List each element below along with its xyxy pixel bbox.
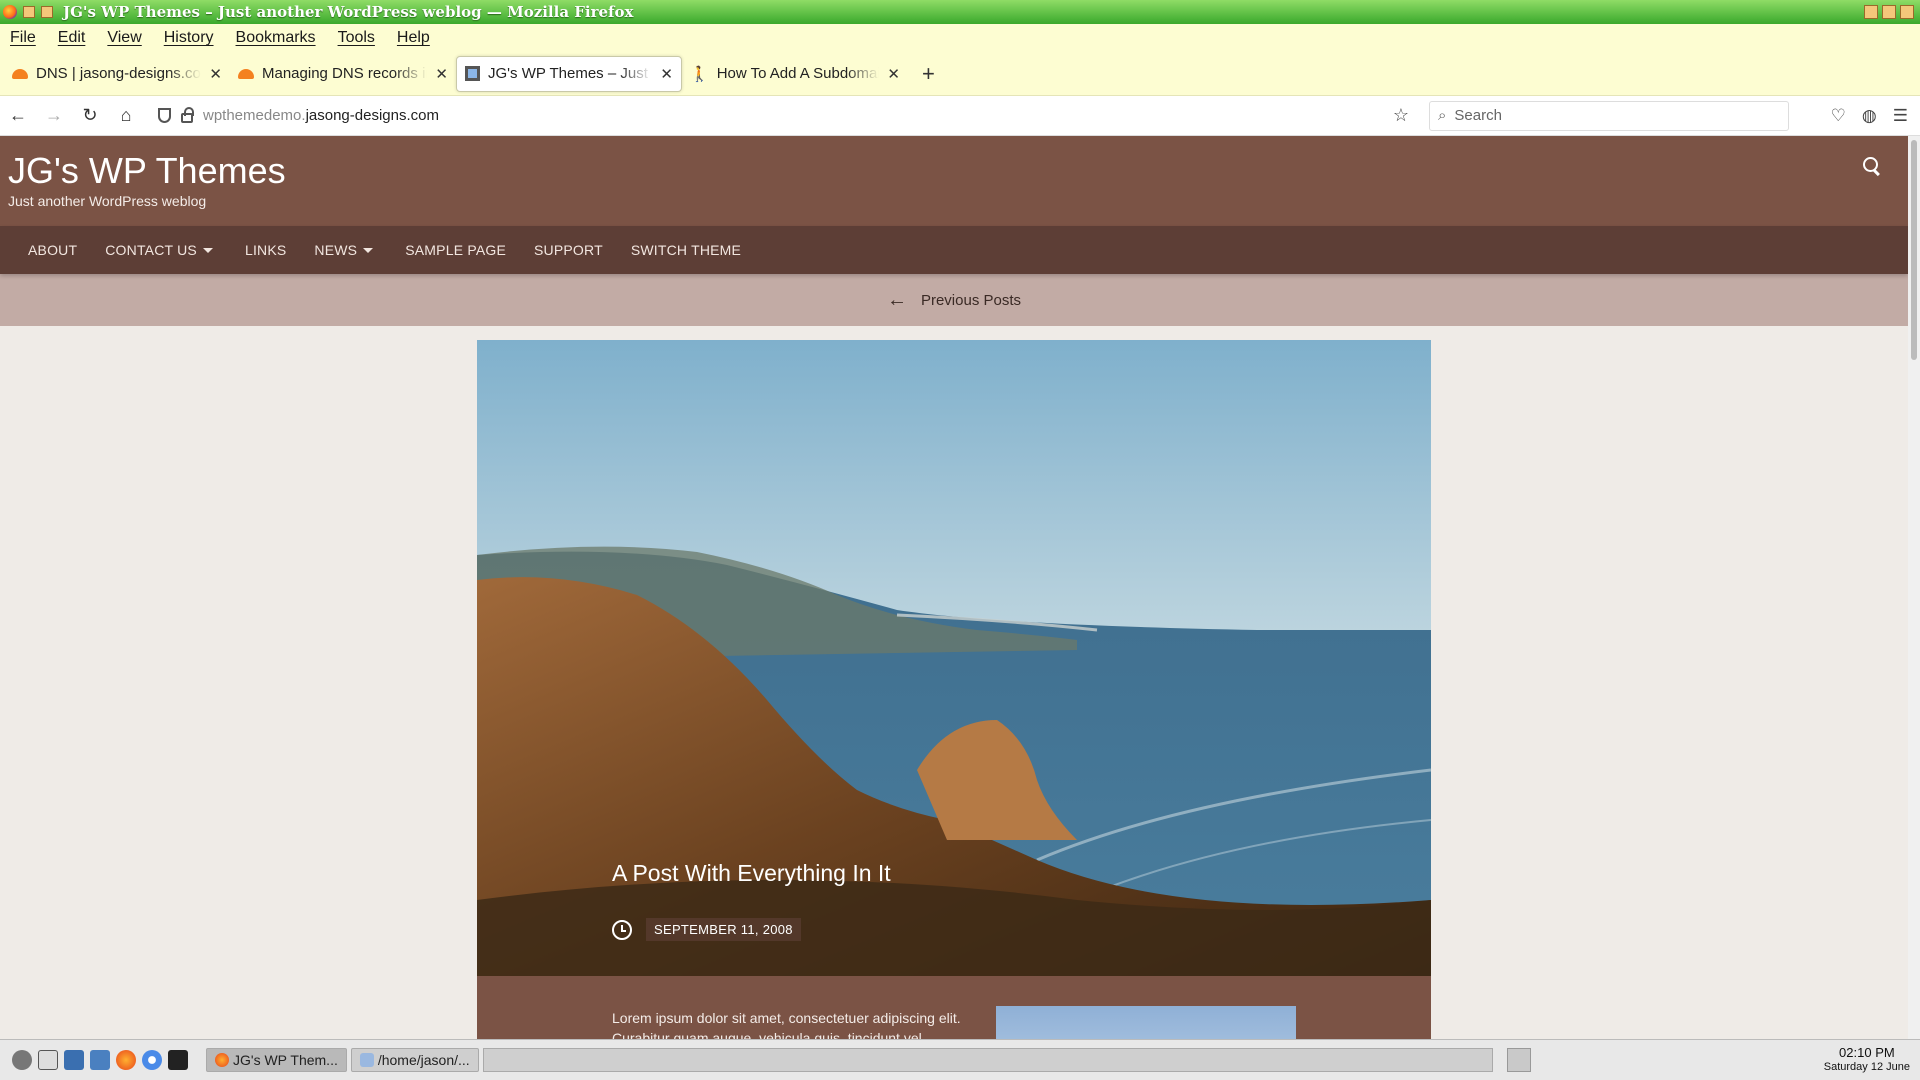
post-title[interactable]: A Post With Everything In It bbox=[612, 860, 891, 887]
menu-bookmarks[interactable]: Bookmarks bbox=[236, 29, 316, 47]
task-label: JG's WP Them... bbox=[233, 1052, 338, 1068]
tab-bar: DNS | jasong-designs.com ✕ Managing DNS … bbox=[0, 52, 1920, 96]
post-date[interactable]: SEPTEMBER 11, 2008 bbox=[646, 918, 801, 941]
arrow-left-icon: ← bbox=[886, 288, 907, 311]
vpn-icon[interactable]: ◍ bbox=[1862, 106, 1877, 126]
previous-posts-link[interactable]: Previous Posts bbox=[921, 292, 1021, 309]
app-menu-icon[interactable] bbox=[12, 1050, 32, 1070]
chevron-down-icon[interactable] bbox=[363, 247, 374, 253]
url-text: wpthemedemo.jasong-designs.com bbox=[203, 107, 439, 124]
search-icon: ⌕ bbox=[1438, 107, 1447, 124]
firefox-icon bbox=[215, 1053, 229, 1067]
tab-label: Managing DNS records in bbox=[262, 65, 428, 82]
chevron-down-icon[interactable] bbox=[202, 247, 213, 253]
search-placeholder: Search bbox=[1454, 107, 1502, 124]
tab-close-icon[interactable]: ✕ bbox=[435, 65, 448, 83]
nav-about[interactable]: ABOUT bbox=[28, 242, 77, 258]
chromium-launcher-icon[interactable] bbox=[142, 1050, 162, 1070]
menu-help[interactable]: Help bbox=[397, 29, 430, 47]
cloudflare-icon bbox=[238, 68, 254, 79]
nav-links[interactable]: LINKS bbox=[245, 242, 286, 258]
tab-close-icon[interactable]: ✕ bbox=[209, 65, 222, 83]
site-header: JG's WP Themes Just another WordPress we… bbox=[0, 136, 1908, 226]
firefox-icon bbox=[3, 5, 17, 19]
menu-tools[interactable]: Tools bbox=[338, 29, 375, 47]
tab-label: DNS | jasong-designs.com bbox=[36, 65, 202, 82]
nav-sample-page[interactable]: SAMPLE PAGE bbox=[405, 242, 506, 258]
maximize-icon[interactable] bbox=[1882, 5, 1896, 19]
post-body: Lorem ipsum dolor sit amet, consectetuer… bbox=[477, 976, 1431, 1039]
tab-jg-wp-themes[interactable]: JG's WP Themes – Just an ✕ bbox=[456, 55, 682, 92]
menu-history[interactable]: History bbox=[164, 29, 214, 47]
hamburger-menu-icon[interactable]: ☰ bbox=[1893, 106, 1908, 126]
forward-icon[interactable]: → bbox=[36, 105, 72, 126]
wordpress-site-icon bbox=[465, 66, 480, 81]
site-search-icon[interactable] bbox=[1862, 156, 1882, 176]
nav-support[interactable]: SUPPORT bbox=[534, 242, 603, 258]
nav-news[interactable]: NEWS bbox=[314, 242, 357, 258]
tab-dns[interactable]: DNS | jasong-designs.com ✕ bbox=[4, 56, 230, 92]
main-navigation: ABOUT CONTACT US LINKS NEWS SAMPLE PAGE … bbox=[0, 226, 1908, 274]
page-scrollbar[interactable] bbox=[1908, 136, 1920, 1039]
post-card: A Post With Everything In It SEPTEMBER 1… bbox=[477, 340, 1431, 1039]
folder-icon bbox=[359, 1053, 374, 1067]
close-icon[interactable] bbox=[1900, 5, 1914, 19]
home-icon[interactable]: ⌂ bbox=[108, 105, 144, 126]
clock-time: 02:10 PM bbox=[1839, 1045, 1895, 1060]
tab-close-icon[interactable]: ✕ bbox=[660, 65, 673, 83]
walker-icon: 🚶 bbox=[690, 65, 709, 83]
task-label: /home/jason/... bbox=[377, 1052, 470, 1068]
post-inline-image bbox=[996, 1006, 1296, 1039]
show-desktop-icon[interactable] bbox=[38, 1050, 58, 1070]
taskbar: JG's WP Them... /home/jason/... 02:10 PM… bbox=[0, 1039, 1920, 1080]
post-excerpt: Lorem ipsum dolor sit amet, consectetuer… bbox=[612, 1010, 961, 1039]
tray-icon[interactable] bbox=[1506, 1048, 1531, 1072]
window-titlebar: JG's WP Themes – Just another WordPress … bbox=[0, 0, 1920, 24]
tab-managing-dns[interactable]: Managing DNS records in ✕ bbox=[230, 56, 456, 92]
navigation-bar: ← → ↻ ⌂ wpthemedemo.jasong-designs.com ☆… bbox=[0, 96, 1920, 136]
scrollbar-thumb[interactable] bbox=[1911, 140, 1917, 360]
firefox-launcher-icon[interactable] bbox=[116, 1050, 136, 1070]
task-file-manager[interactable]: /home/jason/... bbox=[350, 1048, 479, 1072]
menu-edit[interactable]: Edit bbox=[58, 29, 86, 47]
window-shade-icon[interactable] bbox=[41, 6, 53, 18]
terminal-icon[interactable] bbox=[168, 1050, 188, 1070]
menu-file[interactable]: File bbox=[10, 29, 36, 47]
tab-label: How To Add A Subdomain bbox=[716, 65, 880, 82]
clock-date: Saturday 12 June bbox=[1823, 1061, 1910, 1073]
file-manager-alt-icon[interactable] bbox=[90, 1050, 110, 1070]
nav-switch-theme[interactable]: SWITCH THEME bbox=[631, 242, 741, 258]
clock[interactable]: 02:10 PM Saturday 12 June bbox=[1824, 1045, 1910, 1075]
page-viewport: JG's WP Themes Just another WordPress we… bbox=[0, 136, 1908, 1039]
site-tagline: Just another WordPress weblog bbox=[8, 193, 207, 209]
clock-icon bbox=[612, 919, 632, 940]
post-featured-image[interactable]: A Post With Everything In It SEPTEMBER 1… bbox=[477, 340, 1431, 976]
new-tab-icon[interactable]: + bbox=[922, 61, 935, 87]
window-menu-icon[interactable] bbox=[23, 6, 35, 18]
menu-bar: File Edit View History Bookmarks Tools H… bbox=[0, 24, 1920, 52]
tracking-shield-icon[interactable] bbox=[158, 108, 171, 123]
minimize-icon[interactable] bbox=[1864, 5, 1878, 19]
pocket-icon[interactable]: ♡ bbox=[1831, 106, 1846, 126]
taskbar-empty-area bbox=[482, 1048, 1493, 1072]
bookmark-star-icon[interactable]: ☆ bbox=[1393, 105, 1409, 126]
menu-view[interactable]: View bbox=[107, 29, 141, 47]
site-title[interactable]: JG's WP Themes bbox=[8, 150, 286, 192]
file-manager-icon[interactable] bbox=[64, 1050, 84, 1070]
tab-close-icon[interactable]: ✕ bbox=[887, 65, 900, 83]
tab-subdomain[interactable]: 🚶 How To Add A Subdomain ✕ bbox=[682, 56, 908, 92]
tab-label: JG's WP Themes – Just an bbox=[488, 65, 653, 82]
post-meta: SEPTEMBER 11, 2008 bbox=[612, 918, 801, 941]
posts-navigation[interactable]: ← Previous Posts bbox=[0, 274, 1908, 326]
back-icon[interactable]: ← bbox=[0, 105, 36, 126]
address-bar[interactable]: wpthemedemo.jasong-designs.com ☆ bbox=[152, 100, 1417, 132]
cloudflare-icon bbox=[12, 68, 28, 79]
nav-contact-us[interactable]: CONTACT US bbox=[105, 242, 197, 258]
reload-icon[interactable]: ↻ bbox=[72, 105, 108, 126]
window-title: JG's WP Themes – Just another WordPress … bbox=[63, 3, 634, 21]
search-input[interactable]: ⌕ Search bbox=[1429, 100, 1789, 131]
lock-icon[interactable] bbox=[181, 106, 194, 123]
task-firefox[interactable]: JG's WP Them... bbox=[206, 1048, 347, 1072]
